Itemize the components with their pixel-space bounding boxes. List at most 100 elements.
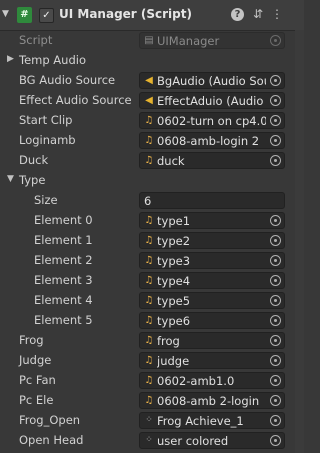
object-field[interactable]: ♫ type4 xyxy=(139,272,285,289)
object-picker-icon[interactable] xyxy=(270,275,281,286)
object-field-value: type3 xyxy=(157,254,191,268)
object-field-value: 0602-turn on cp4.0 xyxy=(157,114,266,128)
object-field-value: type2 xyxy=(157,234,191,248)
object-field-value: 0608-amb 2-login xyxy=(157,394,260,408)
field-label: BG Audio Source xyxy=(19,73,116,87)
object-field-value: Frog Achieve_1 xyxy=(157,414,244,428)
field-row: Element 4 ♫ type5 xyxy=(0,291,304,311)
field-label[interactable]: Type xyxy=(19,173,45,187)
field-label: Start Clip xyxy=(19,113,73,127)
object-field[interactable]: ♫ 0608-amb-login 2 xyxy=(139,132,285,149)
object-field-value: duck xyxy=(157,154,185,168)
object-picker-icon[interactable] xyxy=(270,315,281,326)
object-field-value: 0602-amb1.0 xyxy=(157,374,235,388)
object-field-value: judge xyxy=(157,354,190,368)
audio-clip-icon: ♫ xyxy=(144,115,154,126)
field-row: Frog ♫ frog xyxy=(0,331,304,351)
field-label: Size xyxy=(34,193,58,207)
object-picker-icon[interactable] xyxy=(270,35,281,46)
object-field[interactable]: ♫ type2 xyxy=(139,232,285,249)
inspector-scrollbar[interactable] xyxy=(295,30,304,453)
audio-source-icon: ◀ xyxy=(145,95,153,106)
object-field[interactable]: ♫ duck xyxy=(139,152,285,169)
field-label: Element 5 xyxy=(34,313,93,327)
audio-clip-icon: ♫ xyxy=(144,215,154,226)
field-label: Frog_Open xyxy=(19,413,81,427)
field-label: Pc Fan xyxy=(19,373,56,387)
audio-clip-icon: ♫ xyxy=(144,135,154,146)
object-field-value: frog xyxy=(157,334,180,348)
field-row: ▼ Type xyxy=(0,171,304,191)
object-field-value: 0608-amb-login 2 xyxy=(157,134,260,148)
field-row: Script ▤ UIManager xyxy=(0,31,304,51)
object-field-value: EffectAduio (Audio S xyxy=(157,94,266,108)
audio-clip-icon: ♫ xyxy=(144,275,154,286)
object-field[interactable]: ◀ EffectAduio (Audio S xyxy=(139,92,285,109)
collapse-arrow-icon[interactable]: ▼ xyxy=(2,9,9,19)
context-menu-icon[interactable]: ⋮ xyxy=(270,7,284,21)
custom-asset-icon: ⁘ xyxy=(145,415,153,425)
enable-checkbox[interactable]: ✓ xyxy=(39,8,54,23)
field-row: Frog_Open ⁘ Frog Achieve_1 xyxy=(0,411,304,431)
object-picker-icon[interactable] xyxy=(270,335,281,346)
object-picker-icon[interactable] xyxy=(270,115,281,126)
object-picker-icon[interactable] xyxy=(270,95,281,106)
object-field[interactable]: ◀ BgAudio (Audio Sou xyxy=(139,72,285,89)
object-field-value: type4 xyxy=(157,274,191,288)
object-field[interactable]: ♫ 0602-turn on cp4.0 xyxy=(139,112,285,129)
object-field[interactable]: ♫ type3 xyxy=(139,252,285,269)
field-label: Loginamb xyxy=(19,133,76,147)
field-label: Script xyxy=(19,33,53,47)
field-row: Size 6 xyxy=(0,191,304,211)
array-size-input[interactable]: 6 xyxy=(139,192,285,209)
object-field[interactable]: ♫ 0602-amb1.0 xyxy=(139,372,285,389)
foldout-collapsed-icon[interactable]: ▶ xyxy=(7,54,14,64)
object-field[interactable]: ♫ type5 xyxy=(139,292,285,309)
field-label: Element 1 xyxy=(34,233,93,247)
audio-clip-icon: ♫ xyxy=(144,235,154,246)
foldout-expanded-icon[interactable]: ▼ xyxy=(7,174,14,184)
field-row: Element 5 ♫ type6 xyxy=(0,311,304,331)
field-label[interactable]: Temp Audio xyxy=(19,53,86,67)
object-picker-icon[interactable] xyxy=(270,75,281,86)
field-row: ▶ Temp Audio xyxy=(0,51,304,71)
object-picker-icon[interactable] xyxy=(270,435,281,446)
component-title: UI Manager (Script) xyxy=(59,7,192,21)
object-field[interactable]: ♫ judge xyxy=(139,352,285,369)
field-row: Loginamb ♫ 0608-amb-login 2 xyxy=(0,131,304,151)
object-field[interactable]: ⁘ Frog Achieve_1 xyxy=(139,412,285,429)
object-picker-icon[interactable] xyxy=(270,155,281,166)
object-picker-icon[interactable] xyxy=(270,395,281,406)
field-row: Start Clip ♫ 0602-turn on cp4.0 xyxy=(0,111,304,131)
object-picker-icon[interactable] xyxy=(270,235,281,246)
object-picker-icon[interactable] xyxy=(270,255,281,266)
object-picker-icon[interactable] xyxy=(270,295,281,306)
object-picker-icon[interactable] xyxy=(270,415,281,426)
presets-icon[interactable]: ⇵ xyxy=(251,7,265,21)
field-row: Element 1 ♫ type2 xyxy=(0,231,304,251)
object-field-value: type5 xyxy=(157,294,191,308)
object-picker-icon[interactable] xyxy=(270,355,281,366)
field-label: Element 0 xyxy=(34,213,93,227)
object-field: ▤ UIManager xyxy=(139,32,285,49)
object-field[interactable]: ♫ type6 xyxy=(139,312,285,329)
object-field-value: type1 xyxy=(157,214,191,228)
object-picker-icon[interactable] xyxy=(270,215,281,226)
object-picker-icon[interactable] xyxy=(270,135,281,146)
field-row: Element 3 ♫ type4 xyxy=(0,271,304,291)
object-picker-icon[interactable] xyxy=(270,375,281,386)
array-size-value: 6 xyxy=(144,194,152,208)
help-icon[interactable]: ? xyxy=(231,8,244,21)
audio-source-icon: ◀ xyxy=(145,75,153,86)
audio-clip-icon: ♫ xyxy=(144,395,154,406)
object-field[interactable]: ⁘ user colored xyxy=(139,432,285,449)
object-field[interactable]: ♫ frog xyxy=(139,332,285,349)
component-header[interactable]: ▼ # ✓ UI Manager (Script) ? ⇵ ⋮ xyxy=(0,0,304,31)
object-field[interactable]: ♫ 0608-amb 2-login xyxy=(139,392,285,409)
audio-clip-icon: ♫ xyxy=(144,295,154,306)
field-row: Pc Ele ♫ 0608-amb 2-login xyxy=(0,391,304,411)
field-row: Element 2 ♫ type3 xyxy=(0,251,304,271)
field-row: Duck ♫ duck xyxy=(0,151,304,171)
object-field[interactable]: ♫ type1 xyxy=(139,212,285,229)
audio-clip-icon: ♫ xyxy=(144,335,154,346)
